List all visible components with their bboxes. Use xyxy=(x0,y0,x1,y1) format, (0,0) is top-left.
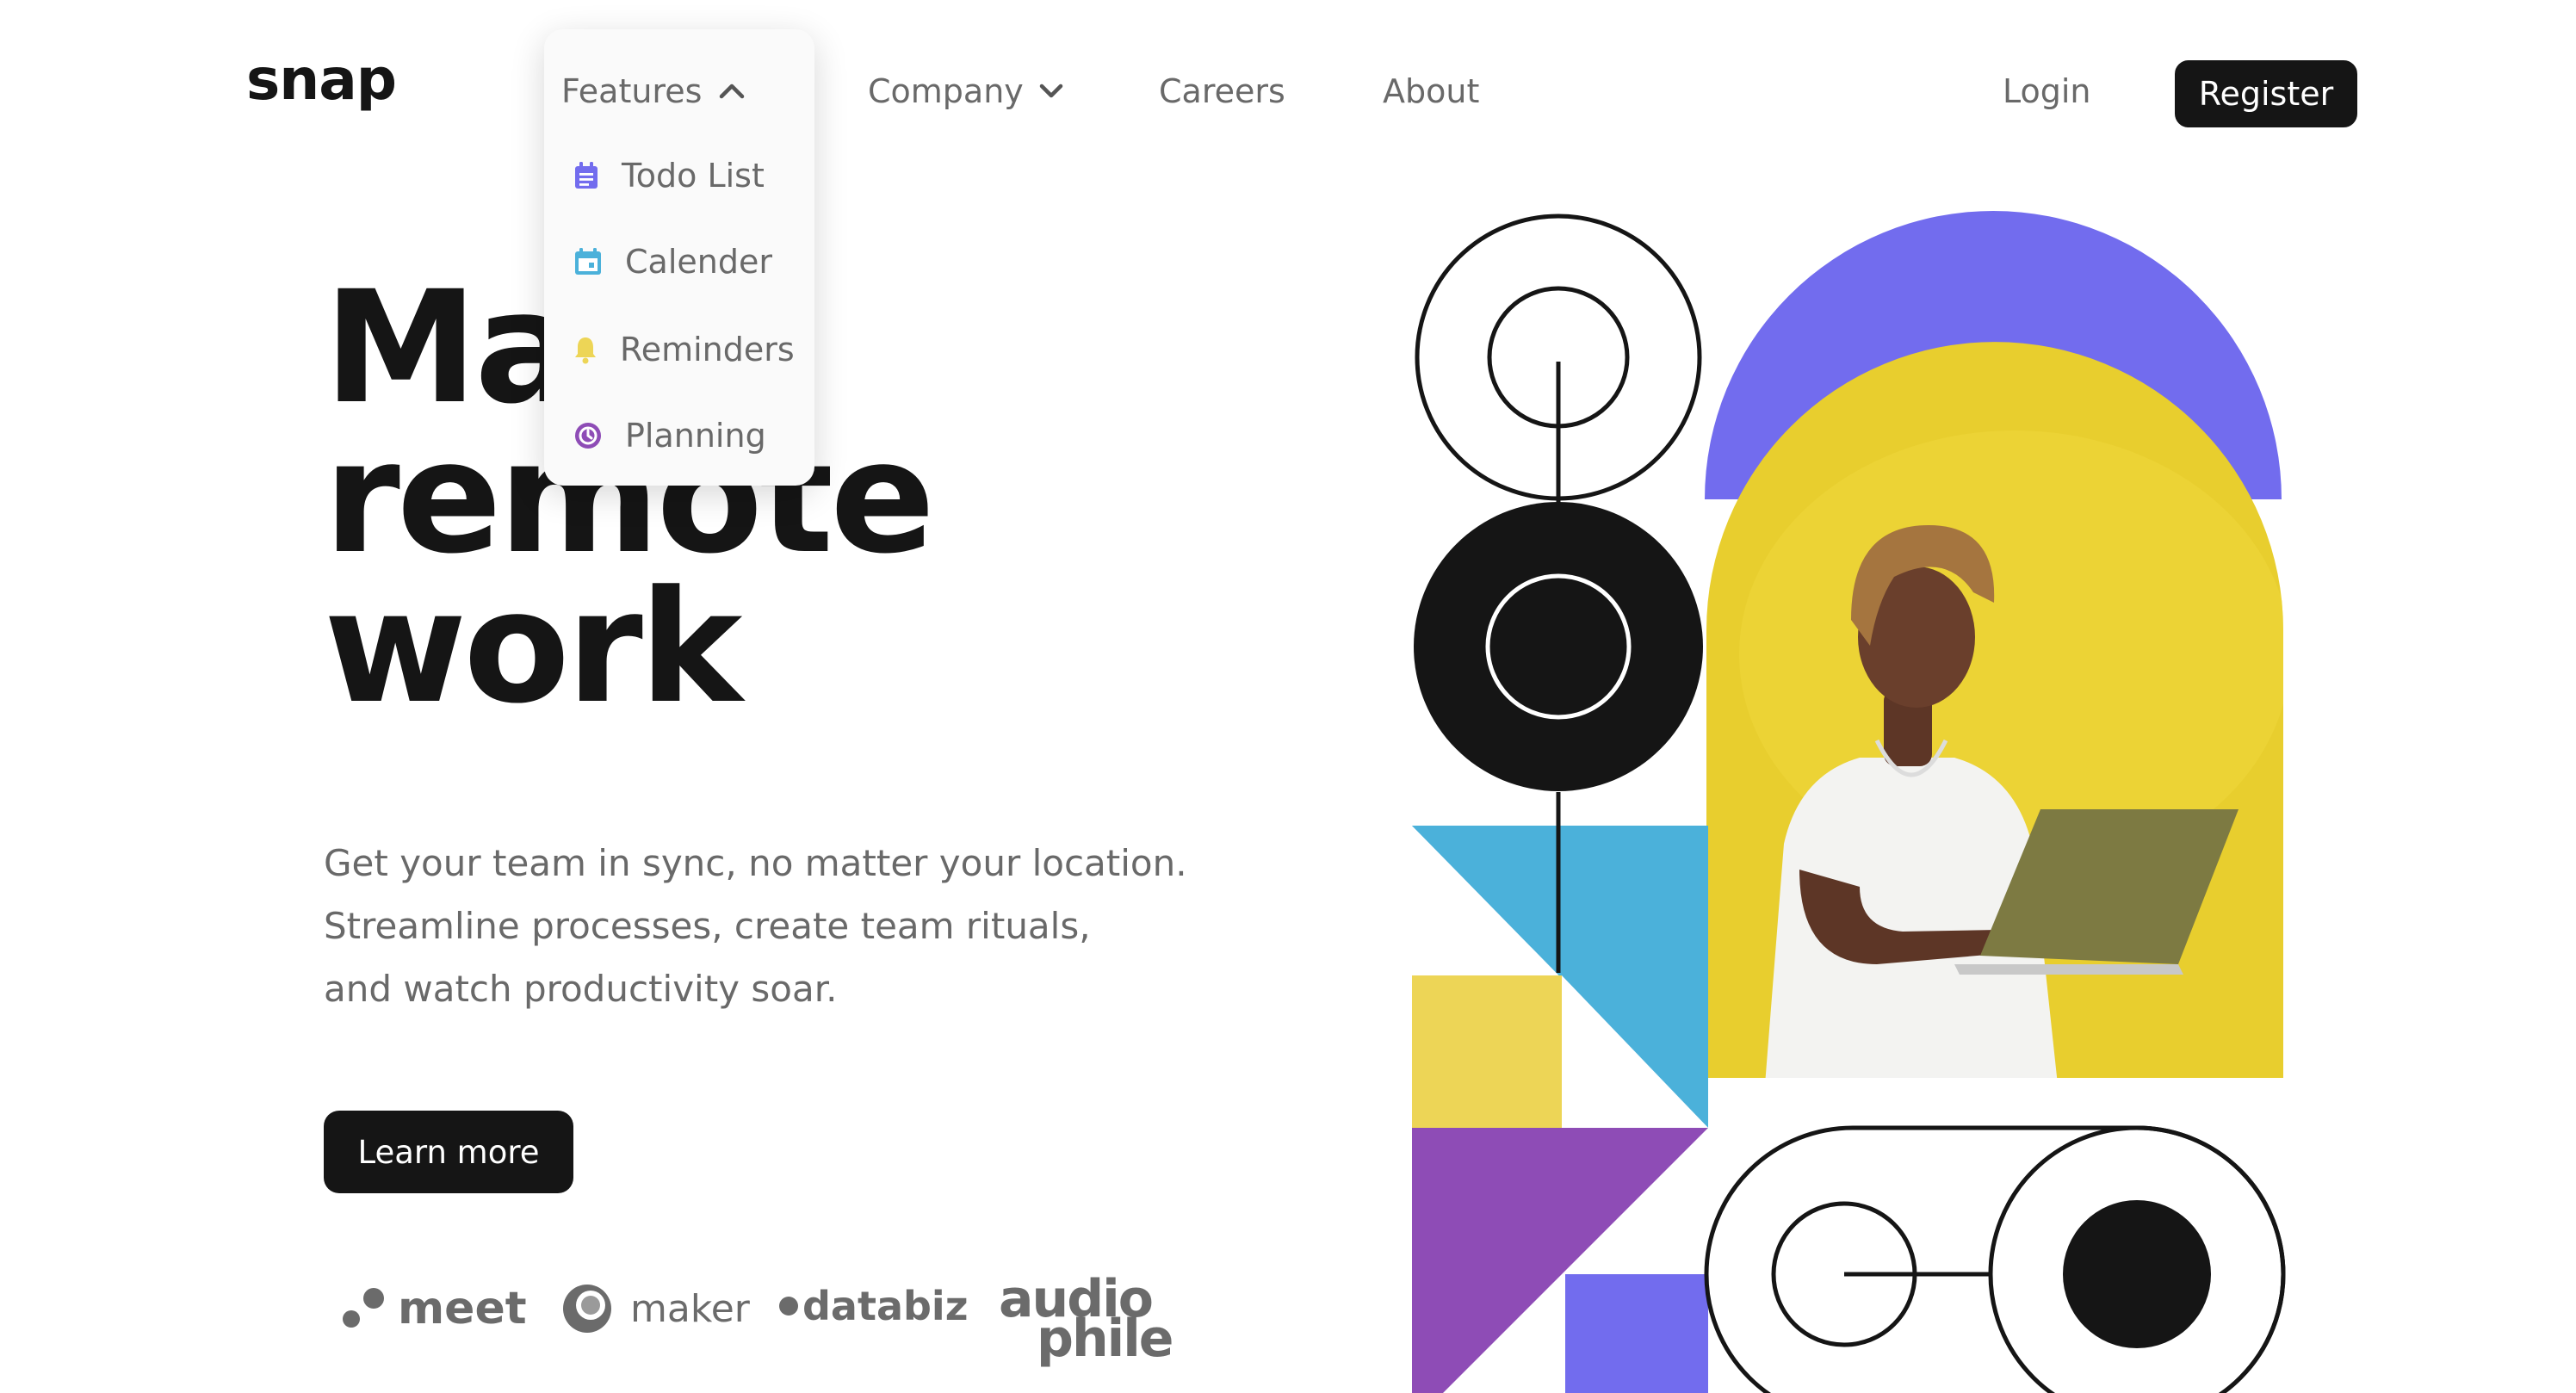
client-name: databiz xyxy=(802,1283,969,1329)
meet-logo-icon xyxy=(343,1288,384,1328)
yellow-square-shape xyxy=(1412,975,1562,1128)
client-name: maker xyxy=(630,1286,750,1331)
menu-item-label: Todo List xyxy=(622,157,765,195)
chevron-up-icon xyxy=(720,84,745,99)
menu-item-todo-list[interactable]: Todo List xyxy=(573,155,765,196)
client-audiophile: audio phile xyxy=(999,1273,1173,1365)
login-link[interactable]: Login xyxy=(2003,71,2091,112)
client-name: meet xyxy=(398,1283,527,1334)
nav-features-label: Features xyxy=(561,72,703,110)
snap-logo[interactable]: snap xyxy=(246,52,397,108)
pill-toggle-shape xyxy=(1704,1125,2286,1393)
nav-company[interactable]: Company xyxy=(868,71,1063,112)
hero-subtitle: Get your team in sync, no matter your lo… xyxy=(324,832,1202,1020)
hero-subtitle-line: and watch productivity soar. xyxy=(324,968,838,1010)
features-dropdown: Features Todo List Calender Reminders Pl… xyxy=(544,29,814,486)
maker-logo-icon xyxy=(563,1285,611,1333)
hero-title-line: work xyxy=(324,558,742,738)
client-databiz: databiz xyxy=(778,1283,968,1329)
menu-item-label: Planning xyxy=(625,417,766,455)
learn-more-button[interactable]: Learn more xyxy=(324,1111,573,1193)
menu-item-label: Calender xyxy=(625,243,772,281)
calendar-icon xyxy=(575,248,601,275)
databiz-logo-icon xyxy=(779,1297,798,1316)
purple-square-shape xyxy=(1565,1274,1708,1393)
hero-subtitle-line: Streamline processes, create team ritual… xyxy=(324,905,1091,947)
chevron-down-icon xyxy=(1039,84,1063,98)
client-meet: meet xyxy=(341,1283,527,1334)
bell-icon xyxy=(575,337,596,364)
planning-icon xyxy=(575,423,601,449)
menu-item-planning[interactable]: Planning xyxy=(573,415,766,456)
hero-illustration xyxy=(1412,211,2286,1393)
menu-item-calendar[interactable]: Calender xyxy=(573,241,772,282)
black-circle-shape xyxy=(1414,502,1703,791)
register-button[interactable]: Register xyxy=(2175,60,2357,127)
hero-photo xyxy=(1706,342,2283,1079)
todo-list-icon xyxy=(575,162,598,189)
nav-features[interactable]: Features xyxy=(561,71,745,112)
nav-careers[interactable]: Careers xyxy=(1159,71,1285,112)
hero-subtitle-line: Get your team in sync, no matter your lo… xyxy=(324,842,1187,884)
menu-item-label: Reminders xyxy=(620,331,795,368)
nav-about[interactable]: About xyxy=(1383,71,1479,112)
menu-item-reminders[interactable]: Reminders xyxy=(573,329,795,370)
client-maker: maker xyxy=(561,1283,750,1334)
nav-company-label: Company xyxy=(868,72,1024,110)
